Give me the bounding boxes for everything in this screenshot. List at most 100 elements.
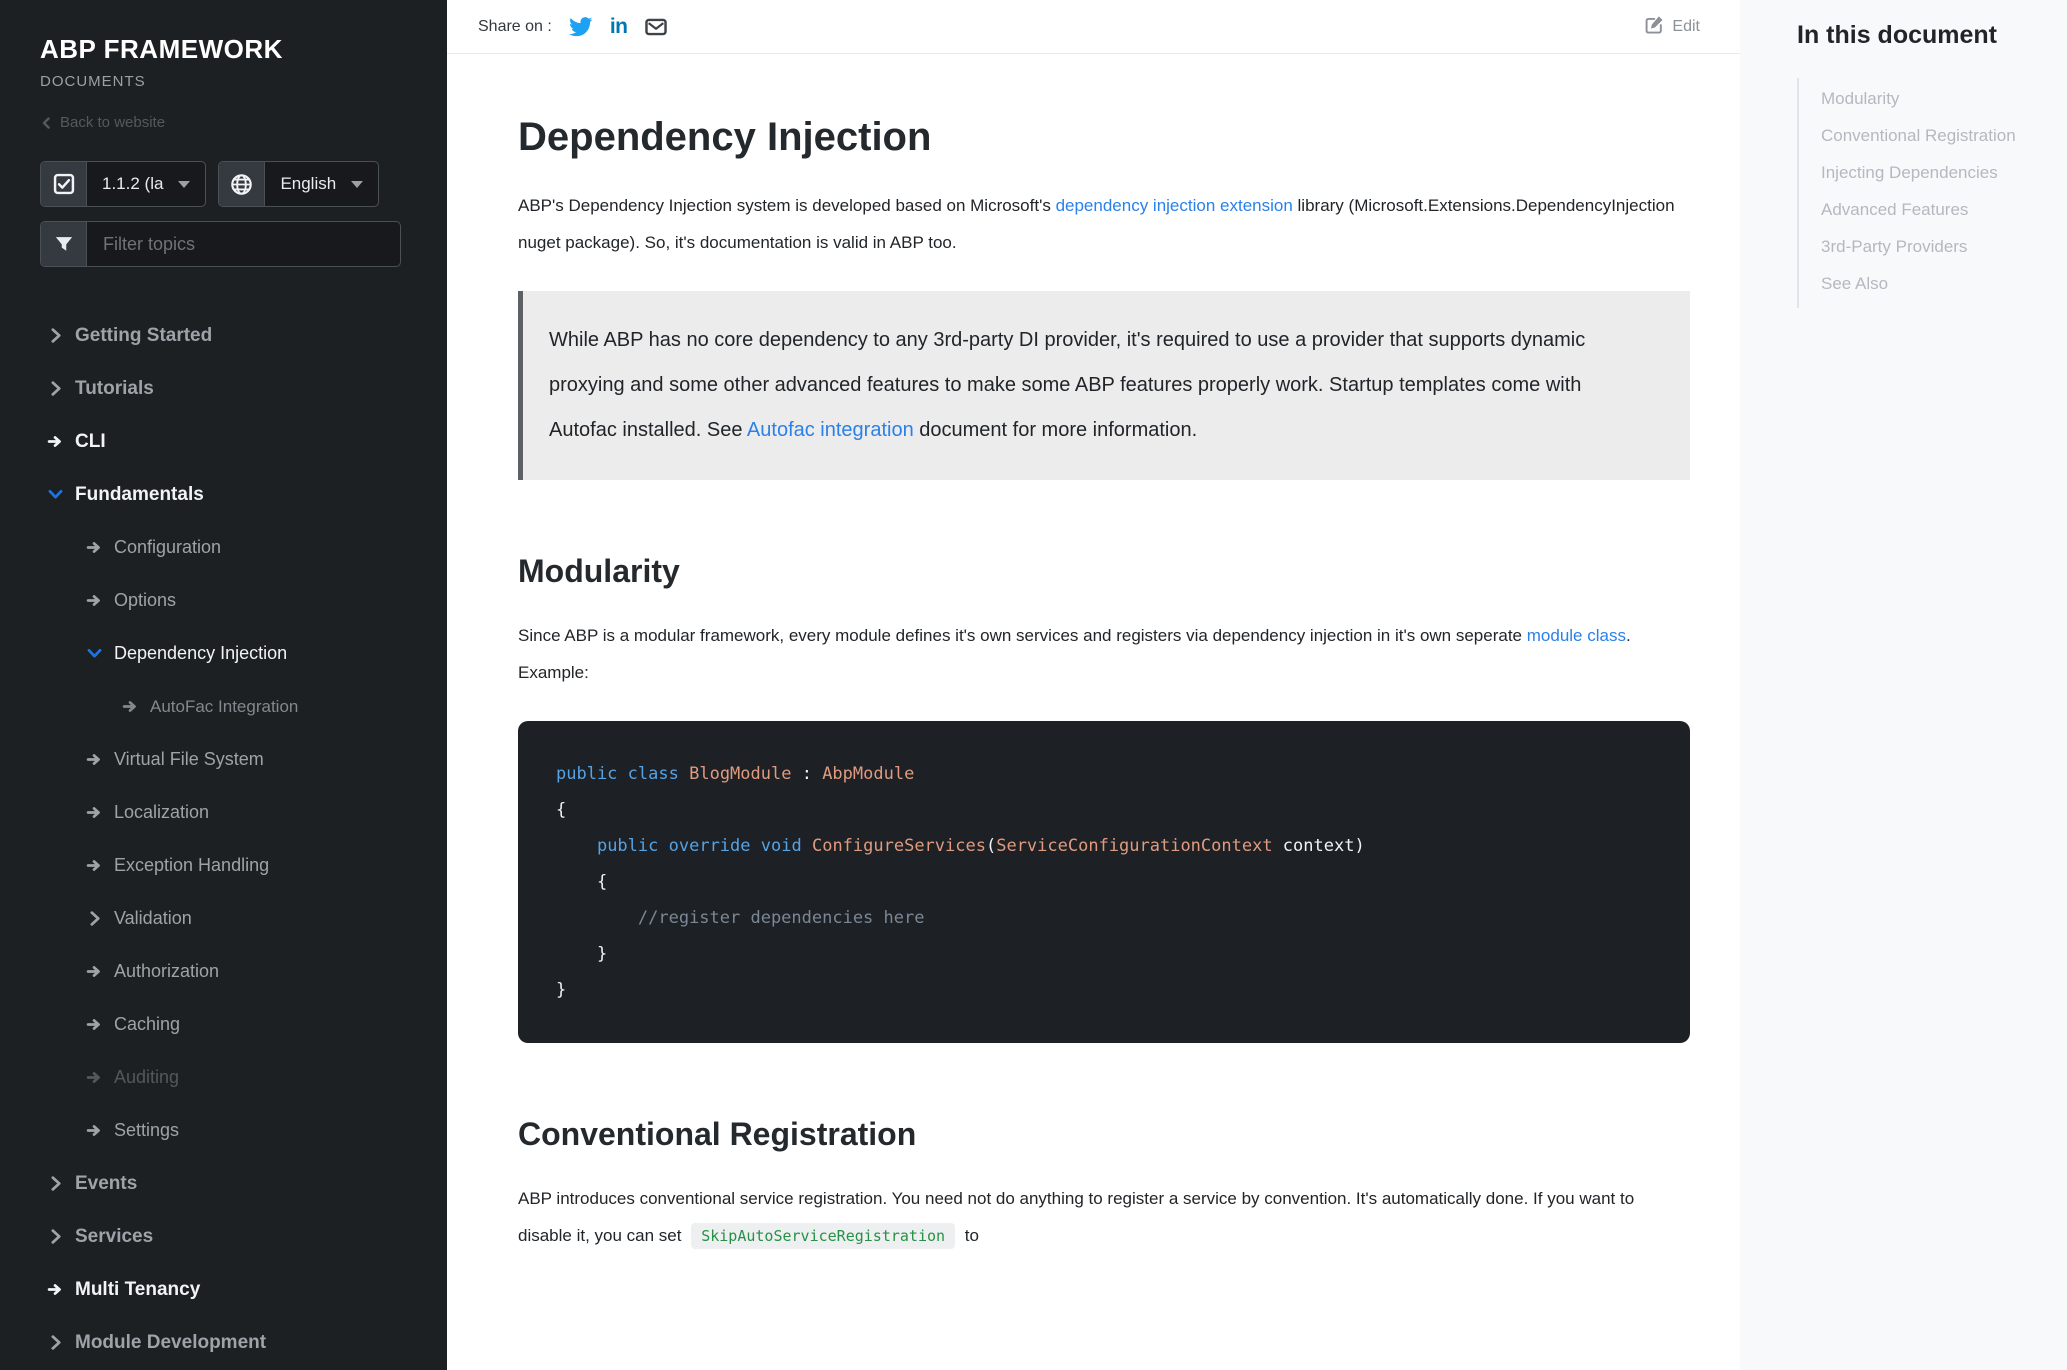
sidebar-item-label: Services [75, 1225, 154, 1247]
sidebar-item-virtual-file-system[interactable]: Virtual File System [40, 733, 447, 786]
back-to-website-link[interactable]: Back to website [40, 114, 447, 131]
sidebar-item-fundamentals[interactable]: Fundamentals [40, 468, 447, 521]
arrow-icon [85, 539, 103, 556]
inline-code-chip: SkipAutoServiceRegistration [691, 1223, 956, 1249]
sidebar-item-label: Localization [114, 802, 210, 822]
arrow-icon [85, 1122, 103, 1139]
arrow-icon [85, 1016, 103, 1033]
chevron-right-icon [46, 327, 64, 344]
text-run: to [960, 1226, 979, 1245]
sidebar-item-label: Authorization [114, 961, 220, 981]
sidebar-item-label: Options [114, 590, 177, 610]
sidebar-item-exception-handling[interactable]: Exception Handling [40, 839, 447, 892]
conventional-registration-heading: Conventional Registration [518, 1116, 917, 1152]
arrow-icon [85, 1069, 103, 1086]
toc-item-3rd-party-providers[interactable]: 3rd-Party Providers [1821, 228, 2067, 265]
chevron-right-icon [85, 910, 103, 927]
filter-topics-input[interactable] [87, 222, 400, 266]
code-block: public class BlogModule : AbpModule { pub… [518, 721, 1690, 1043]
sidebar-item-options[interactable]: Options [40, 574, 447, 627]
toc-title: In this document [1797, 21, 1997, 49]
sidebar-item-multi-tenancy[interactable]: Multi Tenancy [40, 1263, 447, 1316]
code-line: public override void ConfigureServices(S… [596, 836, 1365, 856]
sidebar-item-configuration[interactable]: Configuration [40, 521, 447, 574]
language-select[interactable]: English [218, 161, 380, 207]
chevron-left-icon [40, 116, 53, 130]
in-this-document-panel: In this document Modularity Conventional … [1740, 0, 2067, 1370]
toc-item-injecting-dependencies[interactable]: Injecting Dependencies [1821, 154, 2067, 191]
sidebar-item-label: Settings [114, 1120, 180, 1140]
conventional-paragraph: ABP introduces conventional service regi… [518, 1180, 1690, 1255]
inline-link[interactable]: module class [1527, 626, 1626, 645]
text-run: ABP introduces conventional service regi… [518, 1189, 1635, 1245]
page-title: Dependency Injection [518, 115, 932, 159]
edit-pencil-icon [1645, 15, 1664, 39]
filter-funnel-icon [41, 222, 87, 266]
toc-item-conventional-registration[interactable]: Conventional Registration [1821, 117, 2067, 154]
text-run: ABP's Dependency Injection system is dev… [518, 196, 1056, 215]
edit-link[interactable]: Edit [1645, 15, 1700, 39]
toc-item-advanced-features[interactable]: Advanced Features [1821, 191, 2067, 228]
sidebar-nav: Getting Started Tutorials CLI Fundamentals C… [40, 309, 447, 1369]
chevron-right-icon [46, 1228, 64, 1245]
sidebar-item-module-development[interactable]: Module Development [40, 1316, 447, 1369]
modularity-paragraph: Since ABP is a modular framework, every … [518, 617, 1690, 691]
sidebar-item-label: Multi Tenancy [75, 1278, 201, 1300]
text-run: document for more information. [913, 419, 1198, 441]
sidebar-item-label: Configuration [114, 537, 222, 557]
email-share-icon[interactable] [644, 17, 667, 37]
code-line: } [556, 980, 567, 1000]
linkedin-share-icon[interactable]: in [610, 16, 628, 37]
sidebar-item-label: Tutorials [75, 377, 154, 399]
sidebar-item-tutorials[interactable]: Tutorials [40, 362, 447, 415]
code-line: public class BlogModule : AbpModule [556, 764, 915, 784]
share-bar: Share on : in [478, 16, 667, 37]
sidebar-item-label: Virtual File System [114, 749, 264, 769]
sidebar-item-label: Validation [114, 908, 192, 928]
sidebar-item-cli[interactable]: CLI [40, 415, 447, 468]
checkbox-icon [41, 162, 87, 206]
toc-list: Modularity Conventional Registration Injec… [1797, 78, 2067, 308]
sidebar-item-auditing[interactable]: Auditing [40, 1051, 447, 1104]
sidebar-item-label: Module Development [75, 1331, 267, 1353]
sidebar-item-label: Exception Handling [114, 855, 270, 875]
sidebar-item-events[interactable]: Events [40, 1157, 447, 1210]
sidebar-item-settings[interactable]: Settings [40, 1104, 447, 1157]
sidebar-item-caching[interactable]: Caching [40, 998, 447, 1051]
sidebar-item-label: Fundamentals [75, 483, 204, 505]
sidebar-item-localization[interactable]: Localization [40, 786, 447, 839]
sidebar-item-label: Auditing [114, 1067, 180, 1087]
back-to-website-label: Back to website [60, 114, 166, 131]
sidebar-item-label: CLI [75, 430, 106, 452]
twitter-share-icon[interactable] [568, 16, 593, 37]
version-select[interactable]: 1.1.2 (la [40, 161, 207, 207]
sidebar-item-validation[interactable]: Validation [40, 892, 447, 945]
code-line: //register dependencies here [637, 908, 925, 928]
app-subtitle: DOCUMENTS [40, 73, 146, 90]
sidebar-item-autofac-integration[interactable]: AutoFac Integration [40, 680, 447, 733]
code-line: { [556, 872, 608, 892]
language-select-value: English [280, 174, 337, 193]
inline-link[interactable]: dependency injection extension [1056, 196, 1293, 215]
info-callout: While ABP has no core dependency to any … [518, 291, 1690, 480]
intro-paragraph: ABP's Dependency Injection system is dev… [518, 187, 1690, 261]
globe-icon [219, 162, 266, 206]
sidebar-item-dependency-injection[interactable]: Dependency Injection [40, 627, 447, 680]
sidebar-controls: 1.1.2 (la English [40, 161, 447, 207]
arrow-icon [85, 751, 103, 768]
arrow-icon [85, 857, 103, 874]
edit-label: Edit [1672, 17, 1700, 35]
arrow-icon [121, 698, 139, 715]
article: Dependency Injection ABP's Dependency In… [447, 54, 1740, 1255]
sidebar-item-label: Caching [114, 1014, 181, 1034]
sidebar-item-services[interactable]: Services [40, 1210, 447, 1263]
modularity-heading: Modularity [518, 553, 680, 589]
text-run: Since ABP is a modular framework, every … [518, 626, 1527, 645]
sidebar-item-getting-started[interactable]: Getting Started [40, 309, 447, 362]
inline-link[interactable]: Autofac integration [747, 419, 914, 441]
sidebar-item-label: Events [75, 1172, 138, 1194]
toc-item-modularity[interactable]: Modularity [1821, 80, 2067, 117]
sidebar-item-authorization[interactable]: Authorization [40, 945, 447, 998]
chevron-down-icon [85, 645, 103, 662]
toc-item-see-also[interactable]: See Also [1821, 265, 2067, 302]
